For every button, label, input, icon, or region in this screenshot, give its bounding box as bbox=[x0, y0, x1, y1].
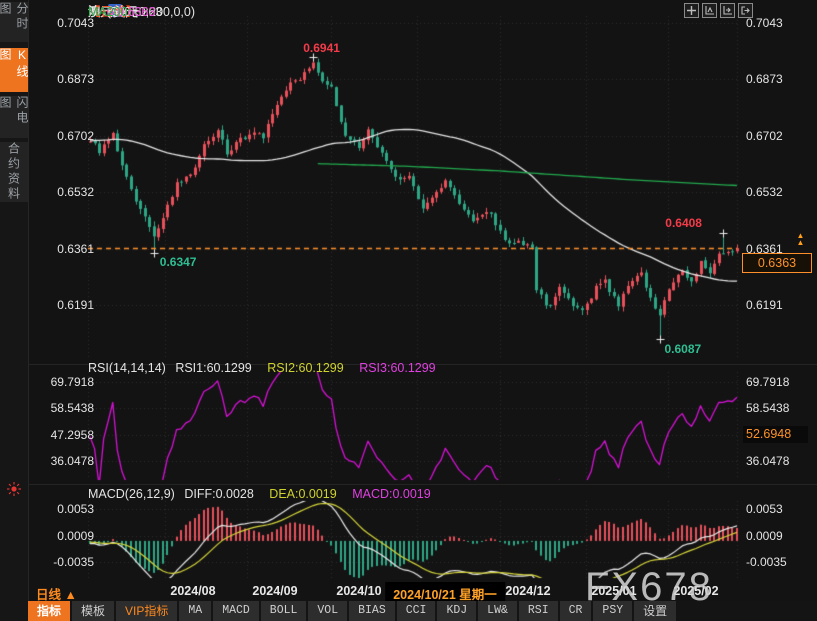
time-axis-label: 2024/10 bbox=[336, 584, 381, 598]
y-tick-label: 58.5438 bbox=[36, 401, 94, 415]
indicator-toolbar: 指标模板VIP指标MAMACDBOLLVOLBIASCCIKDJLW&RSICR… bbox=[28, 601, 817, 621]
y-tick-label: 69.7918 bbox=[36, 375, 94, 389]
y-tick-label: 0.6191 bbox=[36, 298, 94, 312]
y-axis-scale-icon[interactable] bbox=[702, 3, 717, 18]
toolbar-button-MACD[interactable]: MACD bbox=[213, 601, 259, 621]
rsi-title[interactable]: RSI(14,14,14) bbox=[88, 361, 166, 375]
price-extreme-label: 0.6347 bbox=[160, 255, 197, 269]
exit-chart-icon[interactable] bbox=[738, 3, 753, 18]
y-tick-label: 0.6532 bbox=[746, 185, 808, 199]
sidebar-item-2[interactable]: K线图 bbox=[0, 48, 28, 92]
y-tick-label: 0.6702 bbox=[36, 129, 94, 143]
y-tick-label: 69.7918 bbox=[746, 375, 808, 389]
rsi3-value: RSI3:60.1299 bbox=[359, 361, 435, 375]
last-price-box: 0.6363 bbox=[742, 253, 812, 273]
rsi2-value: RSI2:60.1299 bbox=[267, 361, 343, 375]
trading-app-window: 分时图K线图闪电图合约资料 澳元美元 【日线】 ⊕ MA(50,0,0,200,… bbox=[0, 0, 817, 621]
y-tick-label: 0.7043 bbox=[746, 16, 808, 30]
toolbar-button-模板[interactable]: 模板 bbox=[72, 601, 114, 621]
rsi1-value: RSI1:60.1299 bbox=[175, 361, 251, 375]
y-tick-label: 0.6702 bbox=[746, 129, 808, 143]
y-tick-label: 0.0009 bbox=[36, 529, 94, 543]
y-tick-label: 47.2958 bbox=[36, 428, 94, 442]
candlestick-chart-canvas[interactable] bbox=[0, 0, 817, 621]
time-axis-label: 2024/12 bbox=[505, 584, 550, 598]
y-tick-label: 0.6532 bbox=[36, 185, 94, 199]
y-tick-label: 0.0009 bbox=[746, 529, 808, 543]
toolbar-button-RSI[interactable]: RSI bbox=[519, 601, 558, 621]
macd-dea-value: DEA:0.0019 bbox=[269, 487, 336, 501]
sidebar-item-4[interactable]: 合约资料 bbox=[0, 142, 28, 202]
left-sidebar: 分时图 K线图闪电图合约资料 bbox=[0, 0, 29, 621]
x-axis-scale-icon[interactable] bbox=[720, 3, 735, 18]
time-axis-label: 2024/09 bbox=[252, 584, 297, 598]
time-axis-label: 2024/08 bbox=[170, 584, 215, 598]
toolbar-button-VIP指标[interactable]: VIP指标 bbox=[116, 601, 177, 621]
y-tick-label: 58.5438 bbox=[746, 401, 808, 415]
toolbar-button-VOL[interactable]: VOL bbox=[308, 601, 347, 621]
toolbar-button-LW&[interactable]: LW& bbox=[478, 601, 517, 621]
macd-diff-value: DIFF:0.0028 bbox=[184, 487, 253, 501]
price-extreme-label: 0.6941 bbox=[303, 41, 340, 55]
y-tick-label: -0.0035 bbox=[36, 555, 94, 569]
y-tick-label: 36.0478 bbox=[746, 454, 808, 468]
y-tick-label: 0.0053 bbox=[746, 502, 808, 516]
y-tick-label: 36.0478 bbox=[36, 454, 94, 468]
y-tick-label: 0.6361 bbox=[36, 242, 94, 256]
y-tick-label: 0.6873 bbox=[746, 72, 808, 86]
y-tick-label: 0.6873 bbox=[36, 72, 94, 86]
toolbar-button-CR[interactable]: CR bbox=[560, 601, 592, 621]
toolbar-button-BIAS[interactable]: BIAS bbox=[349, 601, 395, 621]
alert-sun-icon[interactable] bbox=[7, 482, 21, 496]
y-tick-label: 0.7043 bbox=[36, 16, 94, 30]
rsi-highlight-value-box: 52.6948 bbox=[743, 426, 808, 443]
ma200-value: MA200: bbox=[88, 5, 131, 20]
toolbar-button-CCI[interactable]: CCI bbox=[397, 601, 436, 621]
sidebar-item-3[interactable]: 闪电图 bbox=[0, 96, 28, 138]
macd-value: MACD:0.0019 bbox=[352, 487, 431, 501]
toolbar-button-BOLL[interactable]: BOLL bbox=[261, 601, 307, 621]
y-tick-label: -0.0035 bbox=[746, 555, 808, 569]
toolbar-button-指标[interactable]: 指标 bbox=[28, 601, 70, 621]
pan-icon[interactable] bbox=[684, 3, 699, 18]
price-extreme-label: 0.6087 bbox=[665, 342, 702, 356]
price-extreme-label: 0.6408 bbox=[665, 216, 702, 230]
scroll-to-latest-icon[interactable]: ▲▲ bbox=[793, 232, 808, 247]
toolbar-button-设置[interactable]: 设置 bbox=[634, 601, 676, 621]
macd-title[interactable]: MACD(26,12,9) bbox=[88, 487, 175, 501]
toolbar-button-PSY[interactable]: PSY bbox=[593, 601, 632, 621]
y-tick-label: 0.0053 bbox=[36, 502, 94, 516]
toolbar-button-KDJ[interactable]: KDJ bbox=[437, 601, 476, 621]
sidebar-item-1[interactable]: 分时图 bbox=[0, 2, 28, 42]
y-tick-label: 0.6191 bbox=[746, 298, 808, 312]
toolbar-button-MA[interactable]: MA bbox=[179, 601, 211, 621]
